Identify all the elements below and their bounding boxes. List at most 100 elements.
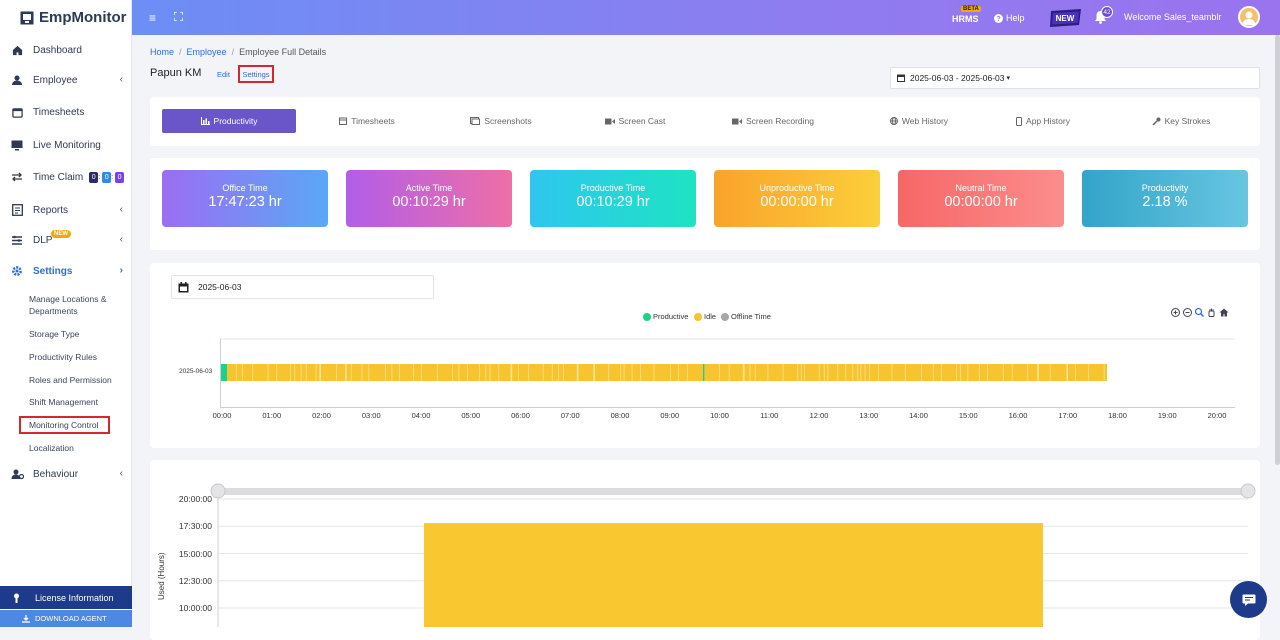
timeline-gap-mark	[551, 364, 553, 381]
sidebar: EmpMonitor Dashboard Employee ‹ Timeshee…	[0, 0, 132, 627]
sidebar-item-time-claim[interactable]: Time Claim 0:0:0	[0, 162, 132, 192]
download-icon	[22, 614, 30, 623]
zoom-out-icon[interactable]	[1183, 308, 1192, 317]
bar-2025-06-03[interactable]	[424, 523, 1043, 627]
legend-productive[interactable]: Productive	[643, 312, 688, 321]
settings-sub-shift-management[interactable]: Shift Management	[29, 396, 129, 408]
timeline-gap-mark	[891, 364, 893, 381]
help-link[interactable]: ? Help	[994, 13, 1025, 23]
pan-hand-icon[interactable]	[1207, 308, 1216, 317]
sidebar-item-reports[interactable]: Reports ‹	[0, 195, 132, 225]
settings-sub-monitoring-control[interactable]: Monitoring Control	[19, 416, 110, 434]
range-slider-handle-right[interactable]	[1240, 483, 1256, 499]
tab-screen-recording[interactable]: Screen Recording	[706, 109, 840, 133]
timeline-hour-label: 06:00	[511, 411, 530, 420]
stat-card-active-time: Active Time 00:10:29 hr	[346, 170, 512, 227]
monitor-icon	[10, 138, 24, 152]
settings-sub-manage-locations[interactable]: Manage Locations & Departments	[29, 293, 129, 317]
sidebar-item-label: Settings	[33, 265, 73, 277]
download-agent-button[interactable]: DOWNLOAD AGENT	[0, 610, 132, 627]
settings-sub-storage-type[interactable]: Storage Type	[29, 328, 129, 340]
sidebar-item-live-monitoring[interactable]: Live Monitoring	[0, 130, 132, 160]
caret-down-icon: ▾	[1006, 75, 1011, 82]
tab-web-history[interactable]: Web History	[852, 109, 986, 133]
home-reset-icon[interactable]	[1219, 308, 1229, 317]
usage-bar-chart	[210, 483, 1256, 627]
tab-label: App History	[1026, 116, 1070, 126]
tab-timesheets[interactable]: Timesheets	[300, 109, 434, 133]
timeline-bar[interactable]	[221, 364, 1121, 381]
timeline-gap-mark	[336, 364, 337, 381]
avatar[interactable]	[1238, 6, 1260, 28]
timeline-hour-label: 00:00	[212, 411, 232, 420]
timeline-gap-mark	[653, 364, 655, 381]
legend-idle[interactable]: Idle	[694, 312, 716, 321]
timeline-gap-mark	[754, 364, 756, 381]
chat-button[interactable]	[1230, 581, 1267, 618]
new-feature-badge[interactable]: NEW	[1049, 8, 1083, 28]
sidebar-item-employee[interactable]: Employee ‹	[0, 65, 132, 95]
sidebar-item-behaviour[interactable]: Behaviour ‹	[0, 459, 132, 489]
sidebar-item-label: Live Monitoring	[33, 139, 101, 151]
timeline-gap-mark	[678, 364, 679, 381]
tab-productivity[interactable]: Productivity	[162, 109, 296, 133]
settings-sub-roles-permission[interactable]: Roles and Permission	[29, 374, 129, 386]
timeline-gap-mark	[420, 364, 422, 381]
zoom-in-icon[interactable]	[1171, 308, 1180, 317]
logo[interactable]: EmpMonitor	[0, 0, 131, 35]
sidebar-item-dashboard[interactable]: Dashboard	[0, 35, 132, 65]
tab-app-history[interactable]: App History	[976, 109, 1110, 133]
timeline-hour-label: 01:00	[262, 411, 282, 420]
calendar-icon	[178, 281, 189, 292]
fullscreen-icon[interactable]	[174, 12, 183, 21]
legend-swatch	[694, 312, 702, 321]
timeline-hour-label: 16:00	[1008, 411, 1028, 420]
stat-value: 2.18 %	[1142, 194, 1188, 210]
timeline-gap-mark	[818, 364, 820, 381]
home-icon	[10, 43, 24, 57]
timeline-gap-mark	[845, 364, 847, 381]
sidebar-item-timesheets[interactable]: Timesheets	[0, 97, 132, 127]
timeline-gap-mark	[276, 364, 278, 381]
timeline-gap-mark	[385, 364, 386, 381]
timeline-gap-mark	[458, 364, 460, 381]
date-range-picker[interactable]: 2025-06-03 - 2025-06-03 ▾	[890, 67, 1260, 89]
sidebar-item-label: Behaviour	[33, 468, 79, 480]
breadcrumb-home[interactable]: Home	[150, 47, 174, 57]
mobile-icon	[1016, 116, 1023, 126]
timeline-gap-mark	[987, 364, 988, 381]
tab-screen-cast[interactable]: Screen Cast	[568, 109, 702, 133]
stat-label: Productive Time	[580, 183, 646, 193]
timeline-gap-mark	[1088, 364, 1089, 381]
globe-icon	[889, 117, 898, 125]
timeline-gap-mark	[1011, 364, 1013, 381]
license-information-button[interactable]: License Information	[0, 586, 132, 609]
sidebar-item-settings[interactable]: Settings ›	[0, 256, 132, 286]
sidebar-item-dlp[interactable]: DLP NEW ‹	[0, 225, 132, 255]
timeline-date-picker[interactable]: 2025-06-03	[171, 275, 434, 299]
timeline-gap-mark	[967, 364, 969, 381]
edit-link[interactable]: Edit	[217, 70, 230, 79]
breadcrumb-employee[interactable]: Employee	[187, 47, 227, 57]
timeline-gap-mark	[235, 364, 237, 381]
hrms-link[interactable]: HRMS	[952, 14, 979, 24]
stat-value: 00:10:29 hr	[576, 194, 650, 210]
settings-link[interactable]: Settings	[238, 65, 274, 83]
tab-label: Screen Cast	[618, 116, 666, 126]
timeline-productive-segment	[703, 364, 705, 381]
magnify-icon[interactable]	[1195, 308, 1204, 317]
timeline-gap-mark	[797, 364, 799, 381]
settings-sub-productivity-rules[interactable]: Productivity Rules	[29, 351, 129, 363]
timeline-gap-mark	[1066, 364, 1068, 381]
breadcrumb-separator: /	[179, 47, 182, 57]
range-slider-track[interactable]	[218, 488, 1248, 495]
menu-icon[interactable]: ≡	[149, 11, 156, 25]
range-slider-handle-left[interactable]	[210, 483, 226, 499]
tab-key-strokes[interactable]: Key Strokes	[1114, 109, 1248, 133]
tab-screenshots[interactable]: Screenshots	[434, 109, 568, 133]
legend-offline[interactable]: Offline Time	[721, 312, 771, 321]
top-bar: ≡ BETA HRMS ? Help NEW 42 Welcome Sales_…	[132, 0, 1280, 35]
timeline-gap-mark	[670, 364, 671, 381]
scrollbar[interactable]	[1275, 35, 1280, 465]
settings-sub-localization[interactable]: Localization	[29, 442, 129, 454]
